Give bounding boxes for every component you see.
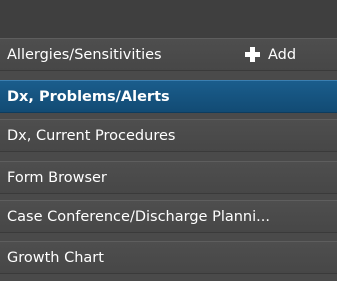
menu-item-label: Growth Chart — [7, 249, 104, 266]
plus-icon — [245, 47, 260, 62]
menu-item-label: Case Conference/Discharge Planni... — [7, 208, 270, 225]
add-allergy-button[interactable]: Add — [245, 39, 296, 70]
menu-item-case-conference-discharge-planning[interactable]: Case Conference/Discharge Planni... — [0, 200, 337, 233]
menu-item-dx-problems-alerts[interactable]: Dx, Problems/Alerts — [0, 80, 337, 113]
menu-item-allergies-sensitivities[interactable]: Allergies/Sensitivities Add — [0, 38, 337, 71]
menu-item-label: Form Browser — [7, 169, 107, 186]
menu-item-dx-current-procedures[interactable]: Dx, Current Procedures — [0, 119, 337, 152]
panel-header-bar — [0, 0, 337, 38]
menu-item-form-browser[interactable]: Form Browser — [0, 161, 337, 194]
menu-item-growth-chart[interactable]: Growth Chart — [0, 241, 337, 274]
menu-item-label: Dx, Current Procedures — [7, 127, 176, 144]
add-button-label: Add — [268, 46, 297, 63]
menu-item-label: Dx, Problems/Alerts — [7, 88, 170, 105]
menu-item-label: Allergies/Sensitivities — [7, 46, 162, 63]
panel-edge — [337, 0, 342, 281]
navigation-panel: Allergies/Sensitivities Add Dx, Problems… — [0, 0, 337, 281]
